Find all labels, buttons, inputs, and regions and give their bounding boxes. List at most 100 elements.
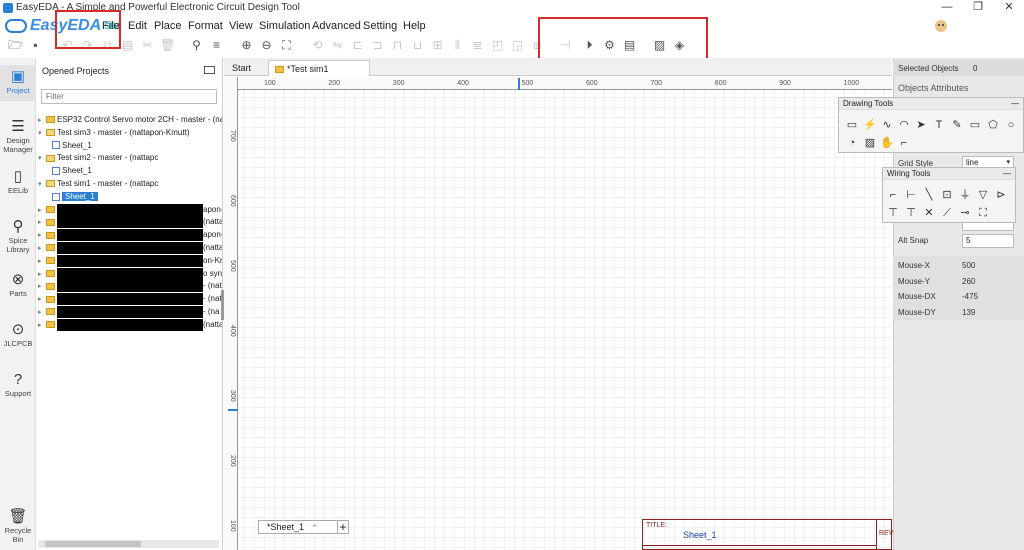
chevron-right-icon[interactable]: ▸: [38, 243, 46, 254]
align-left-icon[interactable]: ⊏: [350, 38, 365, 53]
align-top-icon[interactable]: ⊓: [390, 38, 405, 53]
menu-simulation[interactable]: Simulation: [259, 20, 310, 32]
chevron-right-icon[interactable]: ▾: [38, 153, 46, 164]
chevron-right-icon[interactable]: ▸: [38, 115, 46, 126]
pie-icon[interactable]: ◔: [845, 136, 859, 150]
pen-icon[interactable]: ✎: [950, 118, 964, 132]
chevron-right-icon[interactable]: ▸: [38, 294, 46, 305]
sheet-tab[interactable]: *Sheet_1 ^: [258, 520, 338, 534]
menu-setting[interactable]: Setting: [363, 20, 397, 32]
add-sheet-button[interactable]: +: [337, 520, 349, 534]
tree-row[interactable]: ▸ o synchron: [36, 267, 222, 280]
rail-design-manager[interactable]: ☰ Design Manager: [0, 118, 36, 154]
project-filter-input[interactable]: [41, 89, 217, 104]
tree-row[interactable]: ▸ - (nattap: [36, 293, 222, 306]
rail-parts[interactable]: ⊗ Parts: [0, 271, 36, 298]
tree-row[interactable]: ▸ (nattapo: [36, 216, 222, 229]
net-label-icon[interactable]: ⊡: [940, 188, 954, 202]
arrow-icon[interactable]: ➤: [914, 118, 928, 132]
tree-row[interactable]: ▾ Test sim2 - master - (nattapc: [36, 152, 222, 164]
align-center-icon[interactable]: ⊞: [430, 38, 445, 53]
flip-icon[interactable]: ⇋: [330, 38, 345, 53]
menu-format[interactable]: Format: [188, 20, 223, 32]
rectangle-icon[interactable]: ▭: [968, 118, 982, 132]
chevron-right-icon[interactable]: ▸: [38, 230, 46, 241]
tree-row[interactable]: ▸ apon-K: [36, 203, 222, 216]
menu-place[interactable]: Place: [154, 20, 182, 32]
tab-test-sim1[interactable]: *Test sim1: [268, 60, 370, 76]
align-bottom-icon[interactable]: ⊔: [410, 38, 425, 53]
tree-row[interactable]: Sheet_1: [36, 140, 222, 152]
open-folder-icon[interactable]: 🗁: [8, 38, 23, 53]
save-icon[interactable]: ▪: [28, 38, 43, 53]
menu-help[interactable]: Help: [403, 20, 426, 32]
chevron-right-icon[interactable]: ▸: [38, 205, 46, 216]
chevron-right-icon[interactable]: ▾: [38, 128, 46, 139]
cut-icon[interactable]: ✂: [140, 38, 155, 53]
menu-advanced[interactable]: Advanced: [312, 20, 361, 32]
image-insert-icon[interactable]: ▨: [863, 136, 877, 150]
rotate-icon[interactable]: ⟲: [310, 38, 325, 53]
restore-icon[interactable]: ❐: [963, 0, 993, 16]
distribute-v-icon[interactable]: ≣: [470, 38, 485, 53]
chevron-right-icon[interactable]: ▸: [38, 320, 46, 331]
polyline-icon[interactable]: ⚡: [863, 118, 877, 132]
distribute-h-icon[interactable]: ⫴: [450, 38, 465, 53]
avatar[interactable]: [932, 17, 950, 35]
tree-row[interactable]: ▸ on-Kmutt): [36, 254, 222, 267]
rail-support[interactable]: ? Support: [0, 371, 36, 398]
menu-view[interactable]: View: [229, 20, 253, 32]
zoom-in-icon[interactable]: ⊕: [239, 38, 254, 53]
rail-eelib[interactable]: ▯ EELib: [0, 168, 36, 195]
pin-icon[interactable]: ⊸: [958, 206, 972, 220]
menu-edit[interactable]: Edit: [128, 20, 147, 32]
tab-start[interactable]: Start: [226, 60, 257, 76]
bezier-icon[interactable]: ∿: [880, 118, 894, 132]
chevron-right-icon[interactable]: ▸: [38, 256, 46, 267]
front-icon[interactable]: ◰: [490, 38, 505, 53]
minimize-icon[interactable]: —: [932, 0, 962, 16]
ground-icon[interactable]: ⏚: [958, 188, 972, 202]
probe-icon[interactable]: ⟋: [940, 206, 954, 220]
chevron-right-icon[interactable]: ▸: [38, 269, 46, 280]
delete-icon[interactable]: 🗑: [160, 38, 175, 53]
fit-view-icon[interactable]: ⛶: [279, 38, 294, 53]
close-icon[interactable]: ✕: [994, 0, 1024, 16]
netflag-gnd-icon[interactable]: ▽: [976, 188, 990, 202]
chevron-right-icon[interactable]: ▸: [38, 217, 46, 228]
hand-icon[interactable]: ✋: [880, 136, 894, 150]
tree-row[interactable]: ▸ ESP32 Control Servo motor 2CH - master …: [36, 114, 222, 126]
tree-row[interactable]: ▸ - (nat: [36, 280, 222, 293]
tree-row[interactable]: ▸ - (na: [36, 306, 222, 318]
collapse-icon[interactable]: —: [1011, 98, 1019, 110]
group-select-icon[interactable]: ⛶: [976, 206, 990, 220]
wire-icon[interactable]: ⌐: [886, 188, 900, 202]
bus-entry-icon[interactable]: ▭: [845, 118, 859, 132]
polygon-icon[interactable]: ⬠: [986, 118, 1000, 132]
power-icon[interactable]: ⊤: [904, 206, 918, 220]
vcc-icon[interactable]: ⊤: [886, 206, 900, 220]
scrollbar-thumb[interactable]: [45, 541, 141, 547]
tree-row[interactable]: ▸ (nattapon: [36, 242, 222, 254]
chevron-up-icon[interactable]: ^: [313, 523, 317, 532]
schematic-canvas[interactable]: [224, 77, 892, 550]
chevron-right-icon[interactable]: ▾: [38, 179, 46, 190]
no-connect-icon[interactable]: ✕: [922, 206, 936, 220]
align-right-icon[interactable]: ⊐: [370, 38, 385, 53]
tree-row[interactable]: Sheet_1: [36, 165, 222, 177]
rail-jlcpcb[interactable]: ⊙ JLCPCB: [0, 321, 36, 348]
rail-recycle-bin[interactable]: 🗑 Recycle Bin: [0, 508, 36, 544]
tree-row[interactable]: Sheet_1: [36, 191, 222, 203]
tree-row[interactable]: ▸ (nattapo: [36, 318, 222, 331]
text-icon[interactable]: T: [932, 118, 946, 132]
tree-row[interactable]: ▾ Test sim3 - master - (nattapon-Kmutt): [36, 127, 222, 139]
ellipse-icon[interactable]: ○: [1004, 118, 1018, 132]
drag-corner-icon[interactable]: ⌐: [897, 136, 911, 150]
alt-snap-input[interactable]: 5: [962, 234, 1014, 248]
paste-icon[interactable]: ▤: [120, 38, 135, 53]
search-icon[interactable]: ⚲: [189, 38, 204, 53]
zoom-out-icon[interactable]: ⊖: [259, 38, 274, 53]
chevron-right-icon[interactable]: ▸: [38, 281, 46, 292]
rail-spice-library[interactable]: ⚲ Spice Library: [0, 218, 36, 254]
tree-row[interactable]: ▸ apon-Km: [36, 229, 222, 242]
